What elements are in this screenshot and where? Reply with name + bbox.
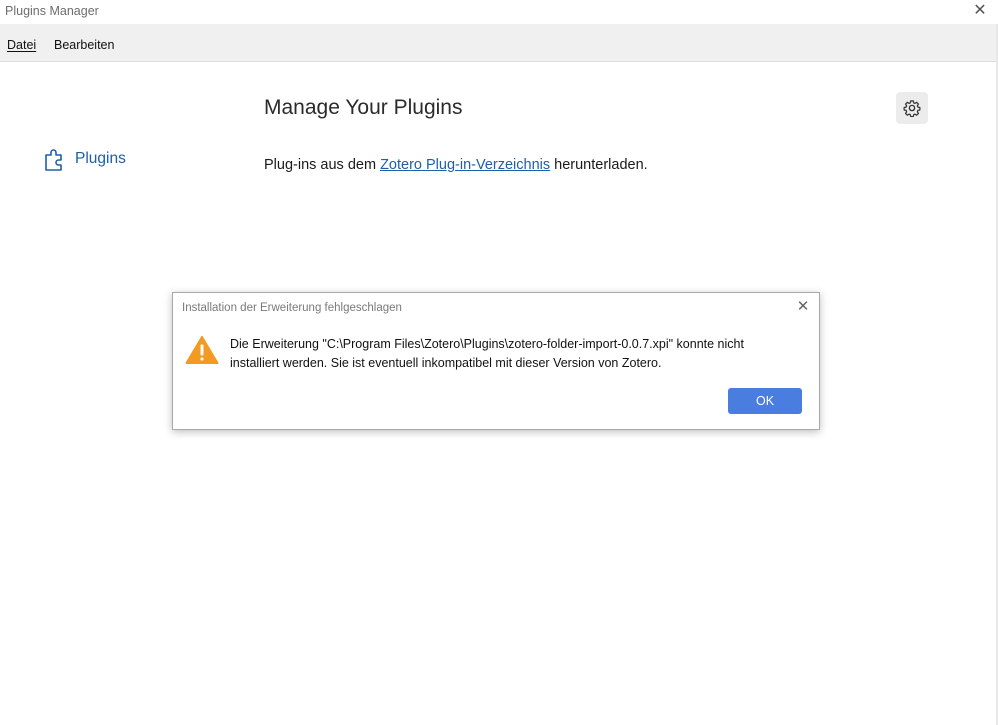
dialog-close-icon[interactable]: ✕ — [796, 299, 810, 315]
gear-icon — [903, 100, 921, 117]
puzzle-icon — [43, 147, 65, 171]
info-suffix: herunterladen. — [550, 157, 648, 173]
window-title: Plugins Manager — [5, 4, 99, 18]
install-error-dialog: Installation der Erweiterung fehlgeschla… — [172, 292, 820, 430]
menu-item-bearbeiten[interactable]: Bearbeiten — [54, 38, 114, 52]
sidebar-item-plugins[interactable]: Plugins — [43, 145, 153, 173]
page-title: Manage Your Plugins — [264, 96, 463, 119]
menu-item-datei[interactable]: Datei — [7, 38, 36, 52]
menu-bar: Datei Bearbeiten — [0, 24, 996, 62]
settings-button[interactable] — [896, 92, 928, 124]
window-close-icon[interactable]: ✕ — [972, 2, 988, 20]
title-bar: Plugins Manager ✕ — [0, 0, 998, 24]
warning-icon — [185, 335, 219, 370]
dialog-message-line-1: Die Erweiterung "C:\Program Files\Zotero… — [230, 337, 744, 351]
info-prefix: Plug-ins aus dem — [264, 157, 381, 173]
plugin-directory-link[interactable]: Zotero Plug-in-Verzeichnis — [380, 157, 550, 173]
dialog-message-line-2: installiert werden. Sie ist eventuell in… — [230, 356, 662, 370]
dialog-title: Installation der Erweiterung fehlgeschla… — [182, 302, 402, 314]
sidebar-item-label: Plugins — [75, 150, 126, 167]
dialog-message: Die Erweiterung "C:\Program Files\Zotero… — [230, 335, 800, 373]
ok-button[interactable]: OK — [728, 388, 802, 414]
plugin-directory-info: Plug-ins aus dem Zotero Plug-in-Verzeich… — [264, 157, 648, 173]
